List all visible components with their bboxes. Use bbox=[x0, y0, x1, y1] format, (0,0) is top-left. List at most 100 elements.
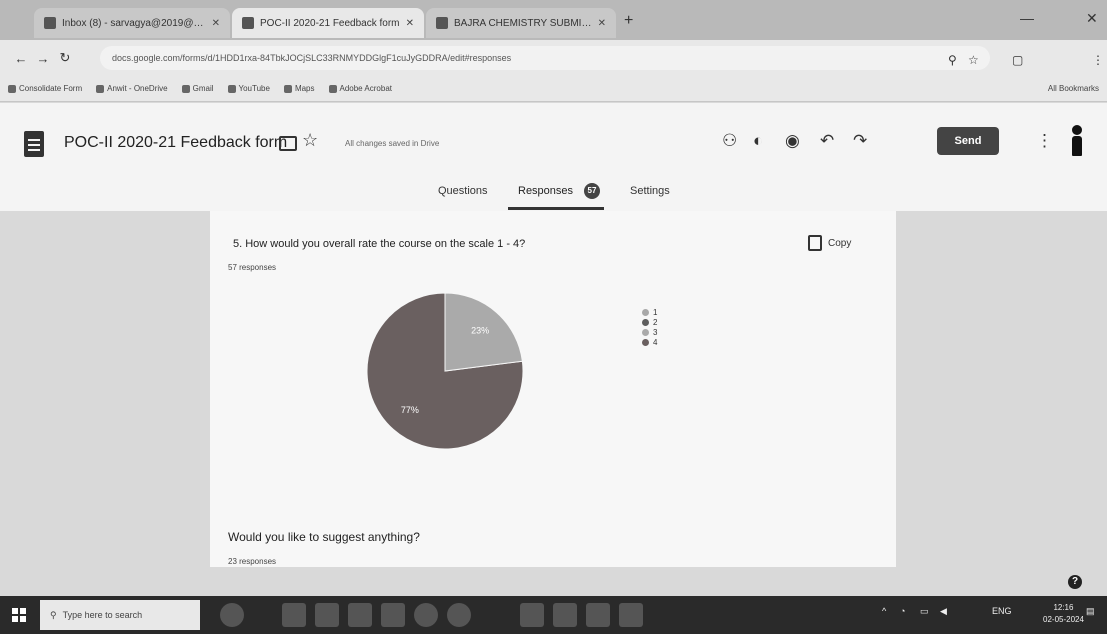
browser-tab[interactable]: Inbox (8) - sarvagya@2019@gmail.com ✕ bbox=[34, 8, 230, 38]
windows-start-icon[interactable] bbox=[12, 608, 26, 622]
reload-icon[interactable]: ↻ bbox=[54, 50, 76, 66]
store-icon[interactable] bbox=[348, 603, 372, 627]
taskbar-search-input[interactable]: ⚲ Type here to search bbox=[40, 600, 200, 630]
copy-chart-button[interactable]: Copy bbox=[808, 235, 851, 251]
file-explorer-icon[interactable] bbox=[315, 603, 339, 627]
app-icon[interactable] bbox=[553, 603, 577, 627]
legend-item-2: 2 bbox=[642, 317, 657, 327]
clock-date: 02-05-2024 bbox=[1043, 615, 1084, 624]
legend-swatch bbox=[642, 338, 649, 346]
cortana-icon[interactable] bbox=[220, 603, 244, 627]
gmail-icon bbox=[181, 84, 190, 93]
taskbar-search-placeholder: Type here to search bbox=[62, 610, 143, 620]
edge-icon[interactable] bbox=[447, 603, 471, 627]
browser-menu-icon[interactable]: ⋮ bbox=[1092, 53, 1104, 67]
minimize-icon[interactable]: — bbox=[1020, 10, 1034, 26]
forms-header: POC-II 2020-21 Feedback form ☆ All chang… bbox=[0, 103, 1107, 212]
responses-count-badge: 57 bbox=[584, 183, 600, 199]
more-options-icon[interactable]: ⋮ bbox=[1036, 131, 1053, 151]
bookmark-item[interactable]: Consolidate Form bbox=[8, 84, 82, 93]
forms-icon bbox=[436, 17, 448, 29]
legend-label: 1 bbox=[653, 307, 658, 317]
volume-icon[interactable]: ◀ bbox=[940, 606, 947, 617]
copy-label: Copy bbox=[828, 237, 852, 249]
all-bookmarks[interactable]: All Bookmarks bbox=[1048, 84, 1099, 93]
forward-icon[interactable]: → bbox=[32, 51, 54, 66]
forms-icon bbox=[242, 17, 254, 29]
close-tab-icon[interactable]: ✕ bbox=[406, 18, 414, 29]
pie-data-label: 23% bbox=[471, 326, 489, 336]
bookmark-item[interactable]: Anwit - OneDrive bbox=[96, 84, 168, 93]
task-view-icon[interactable] bbox=[282, 603, 306, 627]
form-title[interactable]: POC-II 2020-21 Feedback form bbox=[64, 134, 287, 152]
bookmark-item[interactable]: Adobe Acrobat bbox=[328, 84, 392, 93]
browser-tab-active[interactable]: POC-II 2020-21 Feedback form ✕ bbox=[232, 8, 424, 38]
extensions-icon[interactable]: ▢ bbox=[1012, 53, 1023, 67]
browser-tab-label: Inbox (8) - sarvagya@2019@gmail.com bbox=[62, 17, 206, 29]
browser-tab[interactable]: BAJRA CHEMISTRY SUBMISSION ✕ bbox=[426, 8, 616, 38]
account-avatar[interactable] bbox=[1071, 125, 1083, 157]
chrome-icon[interactable] bbox=[414, 603, 438, 627]
undo-icon[interactable]: ↶ bbox=[820, 131, 834, 151]
responses-content: 5. How would you overall rate the course… bbox=[0, 211, 1107, 567]
legend-item-1: 1 bbox=[642, 307, 657, 317]
app-icon[interactable] bbox=[586, 603, 610, 627]
bookmark-star-icon[interactable]: ☆ bbox=[968, 53, 979, 67]
star-icon[interactable]: ☆ bbox=[302, 130, 318, 151]
back-icon[interactable]: ← bbox=[10, 51, 32, 66]
close-tab-icon[interactable]: ✕ bbox=[598, 18, 606, 29]
response-count: 57 responses bbox=[228, 263, 277, 272]
browser-tab-label: BAJRA CHEMISTRY SUBMISSION bbox=[454, 17, 592, 29]
active-tab-indicator bbox=[508, 207, 604, 210]
copy-icon bbox=[808, 235, 822, 251]
zoom-icon[interactable]: ⚲ bbox=[948, 53, 957, 67]
bookmarks-bar: Consolidate Form Anwit - OneDrive Gmail … bbox=[0, 76, 1107, 102]
browser-tab-label: POC-II 2020-21 Feedback form bbox=[260, 17, 400, 29]
tab-settings[interactable]: Settings bbox=[630, 185, 670, 197]
legend-item-3: 3 bbox=[642, 327, 657, 337]
question-title: Would you like to suggest anything? bbox=[228, 530, 420, 544]
bookmark-item[interactable]: Gmail bbox=[181, 84, 214, 93]
maps-icon bbox=[283, 84, 292, 93]
preview-eye-icon[interactable]: ◉ bbox=[785, 131, 800, 151]
network-icon[interactable]: ◔ bbox=[900, 606, 905, 616]
url-input[interactable]: docs.google.com/forms/d/1HDD1rxa-84TbkJO… bbox=[100, 46, 990, 70]
notifications-icon[interactable]: ▤ bbox=[1086, 606, 1095, 617]
address-bar-row: ← → ↻ docs.google.com/forms/d/1HDD1rxa-8… bbox=[0, 40, 1107, 76]
folder-icon[interactable] bbox=[279, 136, 297, 151]
browser-tab-strip: Inbox (8) - sarvagya@2019@gmail.com ✕ PO… bbox=[0, 0, 1107, 40]
legend-swatch bbox=[642, 328, 649, 336]
form-tabs: Questions Responses 57 Settings bbox=[0, 179, 1107, 211]
palette-icon[interactable]: ◐ bbox=[753, 131, 763, 151]
close-tab-icon[interactable]: ✕ bbox=[212, 18, 220, 29]
pie-chart-svg: 77% 23% bbox=[366, 292, 524, 450]
tab-responses[interactable]: Responses bbox=[518, 185, 573, 197]
legend-swatch bbox=[642, 318, 649, 326]
question-title: 5. How would you overall rate the course… bbox=[233, 238, 526, 250]
legend-label: 2 bbox=[653, 317, 658, 327]
language-indicator[interactable]: ENG bbox=[992, 606, 1012, 616]
mail-icon[interactable] bbox=[381, 603, 405, 627]
bookmark-icon bbox=[8, 84, 16, 93]
legend-label: 4 bbox=[653, 337, 658, 347]
tab-questions[interactable]: Questions bbox=[438, 185, 488, 197]
window-close-icon[interactable]: ✕ bbox=[1086, 10, 1098, 27]
forms-logo-icon[interactable] bbox=[24, 131, 44, 157]
bookmark-item[interactable]: YouTube bbox=[227, 84, 270, 93]
youtube-icon bbox=[227, 84, 236, 93]
bookmark-item[interactable]: Maps bbox=[283, 84, 315, 93]
addon-icon[interactable]: ⚇ bbox=[722, 131, 737, 151]
pie-chart: 77% 23% bbox=[365, 291, 525, 451]
tray-chevron-icon[interactable]: ^ bbox=[882, 606, 886, 616]
search-icon: ⚲ bbox=[50, 609, 57, 620]
new-tab-icon[interactable]: + bbox=[624, 12, 633, 30]
app-icon[interactable] bbox=[619, 603, 643, 627]
app-icon[interactable] bbox=[520, 603, 544, 627]
redo-icon[interactable]: ↷ bbox=[853, 131, 867, 151]
onedrive-icon bbox=[96, 84, 105, 93]
url-text: docs.google.com/forms/d/1HDD1rxa-84TbkJO… bbox=[112, 53, 512, 63]
taskbar-clock[interactable]: 12:16 02-05-2024 bbox=[1043, 602, 1084, 626]
battery-icon[interactable]: ▭ bbox=[920, 606, 929, 617]
send-button[interactable]: Send bbox=[937, 127, 999, 155]
help-icon[interactable]: ? bbox=[1068, 575, 1082, 589]
